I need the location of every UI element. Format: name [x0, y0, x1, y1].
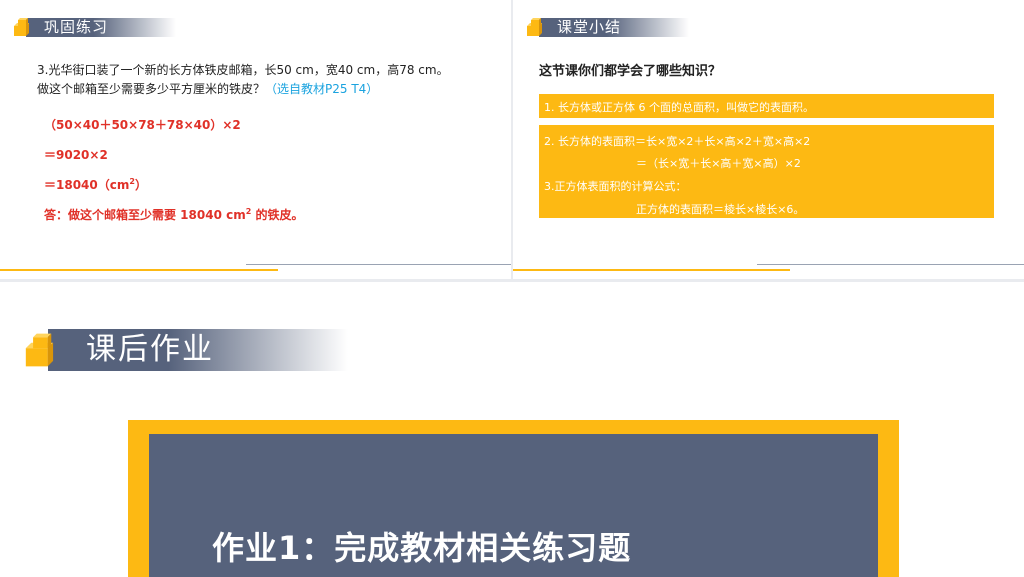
section-header-homework: 课后作业 — [20, 326, 348, 374]
summary-point-3b: 正方体的表面积＝棱长×棱长×6。 — [636, 203, 805, 216]
answer-line: 答：做这个邮箱至少需要 18040 cm2 的铁皮。 — [44, 206, 304, 223]
section-header-practice: 巩固练习 — [12, 16, 176, 38]
problem-line-2: 做这个邮箱至少需要多少平方厘米的铁皮？（选自教材P25 T4） — [37, 79, 378, 99]
problem-question: 做这个邮箱至少需要多少平方厘米的铁皮？ — [37, 82, 266, 96]
stacked-blocks-icon — [25, 333, 54, 367]
solution-step-2: ＝9020×2 — [44, 148, 108, 162]
summary-point-1: 1. 长方体或正方体 6 个面的总面积，叫做它的表面积。 — [544, 101, 814, 114]
footer-divider — [757, 264, 1024, 265]
solution-step-3: ＝18040（cm2） — [44, 176, 147, 193]
section-title: 课堂小结 — [557, 18, 622, 36]
summary-point-2a: 2. 长方体的表面积＝长×宽×2＋长×高×2＋宽×高×2 — [544, 135, 811, 148]
slide-homework[interactable]: 课后作业 作业1：完成教材相关练习题 — [0, 282, 1024, 577]
section-title: 课后作业 — [86, 332, 214, 367]
problem-source: （选自教材P25 T4） — [265, 82, 379, 96]
answer-main: 答：做这个邮箱至少需要 18040 cm — [44, 208, 246, 222]
summary-box-2: 2. 长方体的表面积＝长×宽×2＋长×高×2＋宽×高×2 ＝（长×宽＋长×高＋宽… — [539, 125, 994, 218]
footer-accent — [0, 269, 278, 271]
summary-point-3a: 3.正方体表面积的计算公式： — [544, 180, 687, 193]
step-3-value: ＝18040（cm — [44, 178, 130, 192]
summary-question: 这节课你们都学会了哪些知识？ — [539, 64, 722, 79]
slide-summary[interactable]: 课堂小结 这节课你们都学会了哪些知识？ 1. 长方体或正方体 6 个面的总面积，… — [513, 0, 1024, 279]
footer-accent — [513, 269, 790, 271]
step-3-end: ） — [134, 178, 147, 192]
stacked-blocks-icon — [527, 18, 542, 36]
section-title: 巩固练习 — [44, 18, 109, 36]
slide-practice[interactable]: 巩固练习 3.光华街口装了一个新的长方体铁皮邮箱，长50 cm，宽40 cm，高… — [0, 0, 511, 279]
summary-point-2b: ＝（长×宽＋长×高＋宽×高）×2 — [636, 157, 801, 170]
summary-box-1: 1. 长方体或正方体 6 个面的总面积，叫做它的表面积。 — [539, 94, 994, 118]
answer-end: 的铁皮。 — [251, 208, 304, 222]
problem-line-1: 3.光华街口装了一个新的长方体铁皮邮箱，长50 cm，宽40 cm，高78 cm… — [37, 63, 449, 77]
stacked-blocks-icon — [14, 18, 29, 36]
homework-text: 作业1：完成教材相关练习题 — [212, 529, 632, 567]
section-header-summary: 课堂小结 — [525, 16, 689, 38]
solution-step-1: （50×40＋50×78＋78×40）×2 — [44, 118, 241, 132]
footer-divider — [246, 264, 511, 265]
